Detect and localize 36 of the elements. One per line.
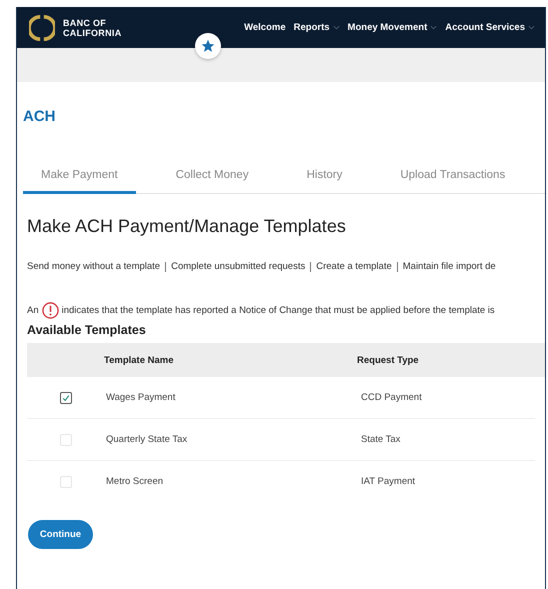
- table-cell-text: Wages Payment: [105, 392, 176, 403]
- table-cell-text: Quarterly State Tax: [105, 434, 188, 445]
- star-icon: [201, 39, 215, 53]
- tab[interactable]: Upload Transactions: [382, 169, 524, 194]
- action-link[interactable]: Create a template: [316, 261, 392, 272]
- column-header: Template Name: [104, 354, 175, 366]
- tab[interactable]: Make Payment: [23, 169, 136, 194]
- action-link[interactable]: Complete unsubmitted requests: [171, 261, 306, 272]
- favorite-button[interactable]: [195, 33, 221, 59]
- nav-link[interactable]: Reports: [294, 22, 340, 33]
- brand-name: CALIFORNIA: [63, 28, 122, 38]
- column-header: Request Type: [357, 354, 420, 366]
- caret-icon: [430, 25, 438, 30]
- nav-link[interactable]: Account Services: [445, 22, 535, 33]
- section-title: Available Templates: [27, 323, 147, 337]
- table-cell-text: CCD Payment: [360, 392, 423, 403]
- nav-link[interactable]: Welcome: [244, 22, 286, 33]
- section-heading: Make ACH Payment/Manage Templates: [27, 216, 347, 237]
- tab[interactable]: History: [288, 169, 360, 194]
- caret-icon: [332, 25, 340, 30]
- brand-name: BANC OF: [63, 18, 108, 28]
- action-link[interactable]: Maintain file import de: [402, 261, 496, 272]
- page-title: ACH: [23, 108, 56, 125]
- action-link[interactable]: Send money without a template: [27, 261, 160, 272]
- nav-link[interactable]: Money Movement: [348, 22, 438, 33]
- table-cell-text: IAT Payment: [360, 476, 416, 487]
- checkbox[interactable]: [60, 392, 72, 404]
- notice-text: An: [27, 305, 39, 316]
- warning-icon: [42, 302, 59, 319]
- table-cell-text: State Tax: [360, 434, 402, 445]
- continue-button[interactable]: Continue: [28, 520, 93, 549]
- tab[interactable]: Collect Money: [158, 169, 267, 194]
- logo-icon: [29, 14, 55, 40]
- table-cell-text: Metro Screen: [105, 476, 164, 487]
- caret-icon: [528, 25, 535, 30]
- notice-text: indicates that the template has reported a Notice of Change that must be applied before the template is: [62, 305, 495, 316]
